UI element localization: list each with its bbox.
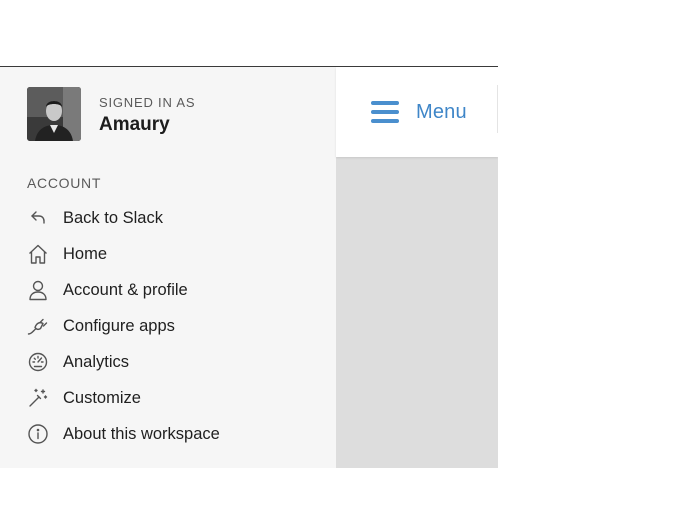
reply-arrow-icon <box>27 207 49 229</box>
main-content-area: Menu <box>336 67 498 468</box>
user-icon <box>27 279 49 301</box>
gauge-icon <box>27 351 49 373</box>
divider <box>497 85 498 133</box>
nav-item-back-to-slack[interactable]: Back to Slack <box>27 200 317 236</box>
nav-item-home[interactable]: Home <box>27 236 317 272</box>
nav-label: About this workspace <box>63 424 220 443</box>
magic-wand-icon <box>27 387 49 409</box>
nav-label: Customize <box>63 388 141 407</box>
app-frame: SIGNED IN AS Amaury ACCOUNT Back to Slac… <box>0 66 498 468</box>
nav-label: Configure apps <box>63 316 175 335</box>
menu-bar[interactable]: Menu <box>336 67 498 157</box>
nav-label: Home <box>63 244 108 263</box>
avatar <box>27 87 81 141</box>
nav-label: Analytics <box>63 352 130 371</box>
nav-item-customize[interactable]: Customize <box>27 380 317 416</box>
nav-label: Back to Slack <box>63 208 163 227</box>
navigation-drawer: SIGNED IN AS Amaury ACCOUNT Back to Slac… <box>0 67 336 468</box>
nav-item-account-profile[interactable]: Account & profile <box>27 272 317 308</box>
nav-item-analytics[interactable]: Analytics <box>27 344 317 380</box>
nav-item-about-workspace[interactable]: About this workspace <box>27 416 317 452</box>
account-nav: Back to Slack Home Account & profile Con… <box>27 200 317 452</box>
plug-icon <box>27 315 49 337</box>
nav-item-configure-apps[interactable]: Configure apps <box>27 308 317 344</box>
info-icon <box>27 423 49 445</box>
home-icon <box>27 243 49 265</box>
menu-label: Menu <box>416 101 467 123</box>
nav-label: Account & profile <box>63 280 188 299</box>
signed-in-label: SIGNED IN AS <box>99 95 196 110</box>
account-section-label: ACCOUNT <box>27 175 102 191</box>
hamburger-icon <box>371 101 399 123</box>
user-name: Amaury <box>99 114 170 135</box>
